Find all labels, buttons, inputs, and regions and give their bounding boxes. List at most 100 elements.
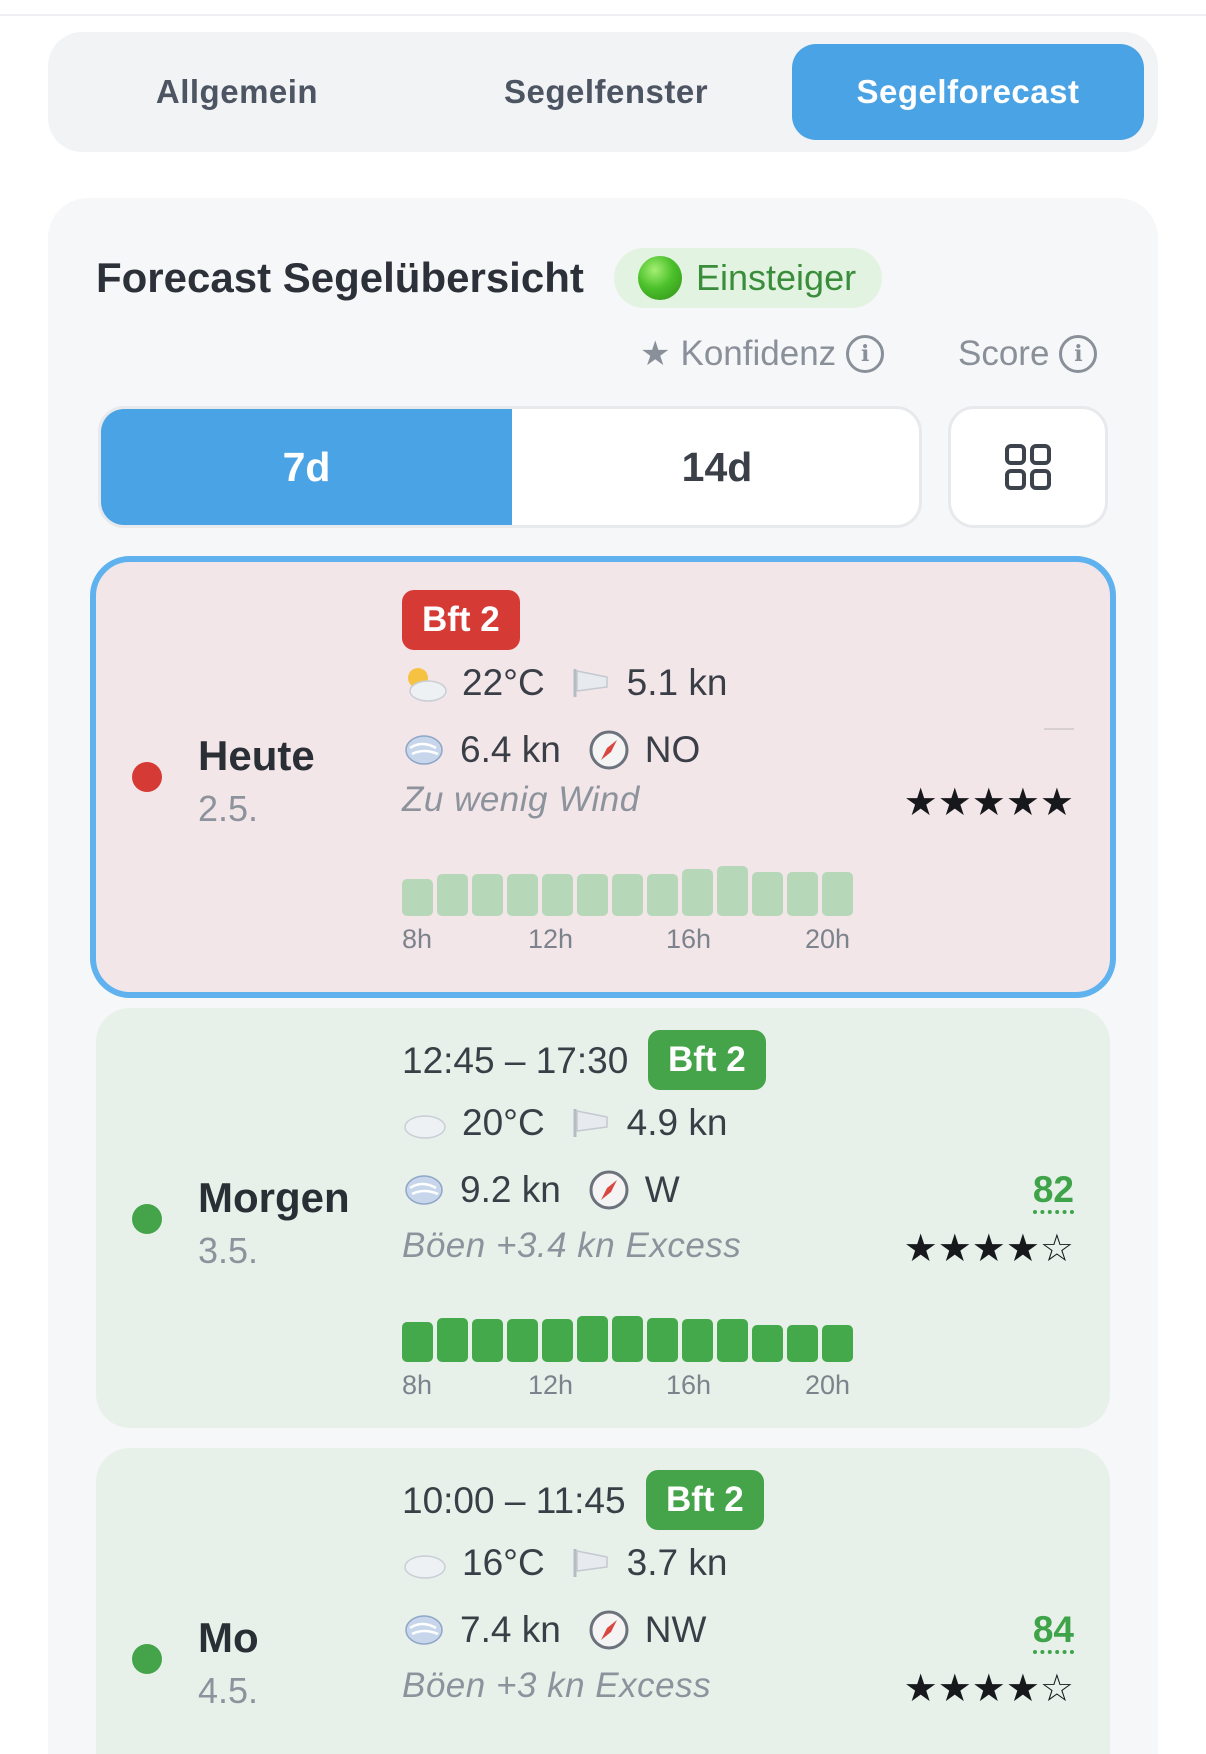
day-card-mo[interactable]: Mo 4.5. 10:00 – 11:45 Bft 2 16°C 3.7 kn … [96,1448,1110,1754]
wind-bar [507,1319,538,1362]
hour-label: 16h [666,1370,712,1400]
wind-bar [472,874,503,916]
wind-bar [577,874,608,916]
range-7d-button[interactable]: 7d [101,409,512,525]
hour-label: 16h [666,924,712,954]
wind-bar [822,872,853,916]
wind-bar [542,1319,573,1362]
day-name: Heute [198,732,315,779]
wind-direction: NW [644,1609,707,1650]
gust-speed: 6.4 kn [460,729,561,770]
temp-wind-row: 22°C 5.1 kn [402,662,727,704]
sail-score[interactable]: 82 [1032,1170,1074,1214]
wind-speed: 4.9 kn [626,1102,728,1143]
hour-label: 12h [528,924,574,954]
gust-icon [405,735,443,765]
day-date: 4.5. [198,1670,259,1711]
level-badge-label: Einsteiger [696,257,857,298]
sailing-window: 12:45 – 17:30 [402,1040,629,1081]
compass-icon [589,730,629,770]
confidence-legend[interactable]: ★ Konfidenz i [640,334,885,374]
sail-score[interactable]: 84 [1032,1610,1074,1654]
hour-label: 20h [805,1370,851,1400]
score-placeholder [1044,728,1074,730]
wind-bar [612,1316,643,1362]
wind-speed: 5.1 kn [626,662,728,703]
gust-speed: 7.4 kn [460,1609,561,1650]
main-tabs: Allgemein Segelfenster Segelforecast [48,32,1158,152]
wind-bars [402,1302,862,1362]
confidence-stars: ★★★★★ [903,782,1074,824]
temp-wind-row: 20°C 4.9 kn [402,1102,727,1144]
cloud-icon [404,1555,446,1579]
wind-bar [717,866,748,916]
wind-bar [647,874,678,916]
wind-bar [437,1318,468,1362]
wind-bar [822,1325,853,1362]
bft-badge: Bft 2 [648,1030,766,1090]
wind-bars [402,856,862,916]
wind-bar [752,1325,783,1362]
wind-bars [402,1742,862,1754]
bft-badge: Bft 2 [402,590,520,650]
confidence-stars: ★★★★☆ [903,1668,1074,1710]
temperature: 16°C [462,1542,545,1583]
day-name: Morgen [198,1174,350,1221]
confidence-stars: ★★★★☆ [903,1228,1074,1270]
day-name: Mo [198,1614,259,1661]
tab-segelforecast[interactable]: Segelforecast [792,44,1144,140]
gust-speed: 9.2 kn [460,1169,561,1210]
status-dot [132,1644,162,1674]
wind-direction: NO [644,729,701,770]
status-note: Böen +3 kn Excess [402,1666,712,1705]
wind-bar [752,872,783,916]
info-icon[interactable]: i [846,335,885,373]
tab-allgemein[interactable]: Allgemein [72,44,402,140]
wind-bar [612,874,643,916]
bft-badge: Bft 2 [646,1470,764,1530]
hour-axis: 8h 12h 16h 20h [402,1370,872,1400]
day-card-morgen[interactable]: Morgen 3.5. 12:45 – 17:30 Bft 2 20°C 4.9… [96,1008,1110,1428]
hour-label: 20h [805,924,851,954]
tab-segelfenster[interactable]: Segelfenster [428,44,784,140]
compass-icon [589,1170,629,1210]
info-icon[interactable]: i [1059,335,1098,373]
day-date: 2.5. [198,788,259,829]
windsock-icon [573,1109,608,1137]
status-note: Böen +3.4 kn Excess [402,1226,742,1265]
temp-wind-row: 16°C 3.7 kn [402,1542,727,1584]
wind-bar [542,874,573,916]
temperature: 22°C [462,662,545,703]
grid-view-button[interactable] [948,406,1108,528]
page-title: Forecast Segelübersicht [96,254,584,301]
score-legend[interactable]: Score i [958,334,1098,374]
gust-direction-row: 6.4 kn NO [402,728,700,772]
gust-icon [405,1175,443,1205]
wind-bar [787,1325,818,1362]
hour-label: 8h [402,1370,433,1400]
hour-label: 8h [402,924,433,954]
wind-speed: 3.7 kn [626,1542,728,1583]
temperature: 20°C [462,1102,545,1143]
wind-bar [682,1319,713,1362]
wind-bar [577,1316,608,1362]
wind-bar [507,874,538,916]
wind-bar [647,1318,678,1362]
compass-icon [589,1610,629,1650]
status-note: Zu wenig Wind [402,780,640,819]
hour-label: 12h [528,1370,574,1400]
wind-bar [402,1322,433,1362]
confidence-label: Konfidenz [680,334,837,373]
wind-bar [402,879,433,916]
wind-bar [717,1319,748,1362]
gust-direction-row: 7.4 kn NW [402,1608,706,1652]
level-badge: Einsteiger [614,248,883,308]
sun-behind-cloud-icon [408,668,447,702]
status-dot [132,762,162,792]
cloud-icon [404,1115,446,1139]
wind-direction: W [644,1169,680,1210]
range-14d-button[interactable]: 14d [512,409,919,525]
day-card-heute[interactable]: Heute 2.5. Bft 2 22°C 5.1 kn 6.4 kn NO Z… [90,556,1116,998]
status-dot [132,1204,162,1234]
wind-bar [472,1319,503,1362]
